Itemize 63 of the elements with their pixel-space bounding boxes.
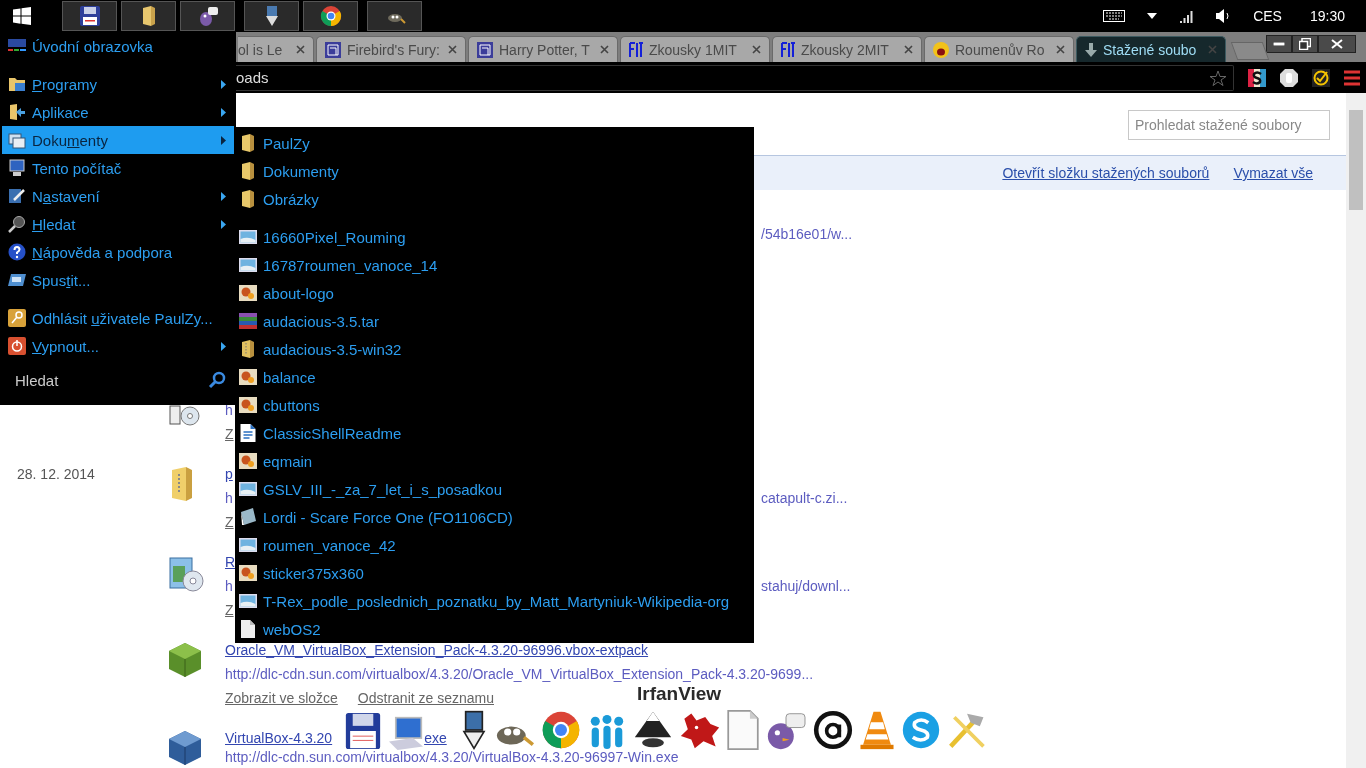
submenu-item[interactable]: T-Rex_podle_poslednich_poznatku_by_Matt_Martyniuk-Wikipedia-org xyxy=(235,587,754,615)
submenu-item[interactable]: ClassicShellReadme xyxy=(235,419,754,447)
file-name-link[interactable]: p xyxy=(225,466,233,482)
submenu-item[interactable]: webOS2 xyxy=(235,615,754,643)
download-date: 28. 12. 2014 xyxy=(17,466,95,482)
start-menu-item[interactable]: Hledat xyxy=(2,210,234,238)
browser-tab[interactable]: ol is Le xyxy=(238,36,314,62)
keyboard-language[interactable]: CES xyxy=(1253,8,1282,24)
search-field[interactable]: Prohledat stažené soubory xyxy=(1128,110,1330,140)
submenu-item[interactable]: PaulZy xyxy=(235,129,754,157)
start-menu-item[interactable]: Tento počítač xyxy=(2,154,234,182)
submenu-item[interactable]: GSLV_III_-_za_7_let_i_s_posadkou xyxy=(235,475,754,503)
start-menu-item[interactable]: Úvodní obrazovka xyxy=(2,32,234,60)
download-url: /54b16e01/w... xyxy=(761,226,853,242)
submenu-item[interactable]: sticker375x360 xyxy=(235,559,754,587)
address-bar[interactable]: oads xyxy=(236,64,1234,91)
submenu-item[interactable]: Dokumenty xyxy=(235,157,754,185)
start-search-field[interactable]: Hledat xyxy=(15,366,226,394)
file-name-link[interactable]: R xyxy=(225,554,236,570)
start-menu-item[interactable]: Vypnout... xyxy=(2,332,234,360)
browser-tab[interactable]: Harry Potter, T xyxy=(468,36,618,62)
start-menu-item[interactable]: Nápověda a podpora xyxy=(2,238,234,266)
start-menu-item[interactable]: Spustit... xyxy=(2,266,234,294)
submenu-item[interactable]: 16787roumen_vanoce_14 xyxy=(235,251,754,279)
submenu-item[interactable]: eqmain xyxy=(235,447,754,475)
file-name-link[interactable]: Oracle_VM_VirtualBox_Extension_Pack-4.3.20-96996.vbox-extpack xyxy=(225,642,649,658)
download-url: h xyxy=(225,490,233,506)
submenu-item[interactable]: Lordi - Scare Force One (FO1106CD) xyxy=(235,503,754,531)
start-menu-item[interactable]: Dokumenty xyxy=(2,126,234,154)
download-action-link[interactable]: Zobrazit ve složce xyxy=(225,690,338,706)
submenu-item[interactable]: cbuttons xyxy=(235,391,754,419)
browser-tab[interactable]: Zkousky 1MIT xyxy=(620,36,770,62)
submenu-item[interactable]: Obrázky xyxy=(235,185,754,213)
submenu-item[interactable]: balance xyxy=(235,363,754,391)
download-url: http://dlc-cdn.sun.com/virtualbox/4.3.20/VirtualBox-4.3.20-96997-Win.exe xyxy=(225,749,679,765)
submenu-item[interactable]: roumen_vanoce_42 xyxy=(235,531,754,559)
download-action-link[interactable]: Z xyxy=(225,602,234,618)
start-menu-item[interactable]: Programy xyxy=(2,70,234,98)
toolbar-link[interactable]: Vymazat vše xyxy=(1233,165,1313,181)
submenu-item[interactable]: about-logo xyxy=(235,279,754,307)
browser-tab[interactable]: Stažené soubo xyxy=(1076,36,1226,62)
submenu-item[interactable]: audacious-3.5.tar xyxy=(235,307,754,335)
app-name-label: IrfanView xyxy=(637,683,722,705)
submenu-item[interactable]: audacious-3.5-win32 xyxy=(235,335,754,363)
browser-tab[interactable]: Roumenův Ro xyxy=(924,36,1074,62)
download-url: catapult-c.zi... xyxy=(761,490,848,506)
start-menu-item[interactable]: Odhlásit uživatele PaulZy... xyxy=(2,304,234,332)
file-name-link[interactable]: exe xyxy=(424,730,447,746)
start-menu-item[interactable]: Nastavení xyxy=(2,182,234,210)
browser-tab[interactable]: Firebird's Fury: xyxy=(316,36,466,62)
download-action-link[interactable]: Odstranit ze seznamu xyxy=(357,690,494,706)
download-action-link[interactable]: Z xyxy=(225,514,234,530)
toolbar-link[interactable]: Otevřít složku stažených souborů xyxy=(1002,165,1210,181)
download-url: h xyxy=(225,578,233,594)
download-url: h xyxy=(225,402,233,418)
download-action-link[interactable]: Z xyxy=(225,426,234,442)
clock[interactable]: 19:30 xyxy=(1309,8,1345,24)
start-menu-item[interactable]: Aplikace xyxy=(2,98,234,126)
submenu-item[interactable]: 16660Pixel_Rouming xyxy=(235,223,754,251)
file-name-link[interactable]: VirtualBox-4.3.20 xyxy=(225,730,333,746)
download-url: http://dlc-cdn.sun.com/virtualbox/4.3.20/Oracle_VM_VirtualBox_Extension_Pack-4.3.20-9699... xyxy=(225,666,814,682)
download-url: stahuj/downl... xyxy=(761,578,851,594)
browser-tab[interactable]: Zkousky 2MIT xyxy=(772,36,922,62)
